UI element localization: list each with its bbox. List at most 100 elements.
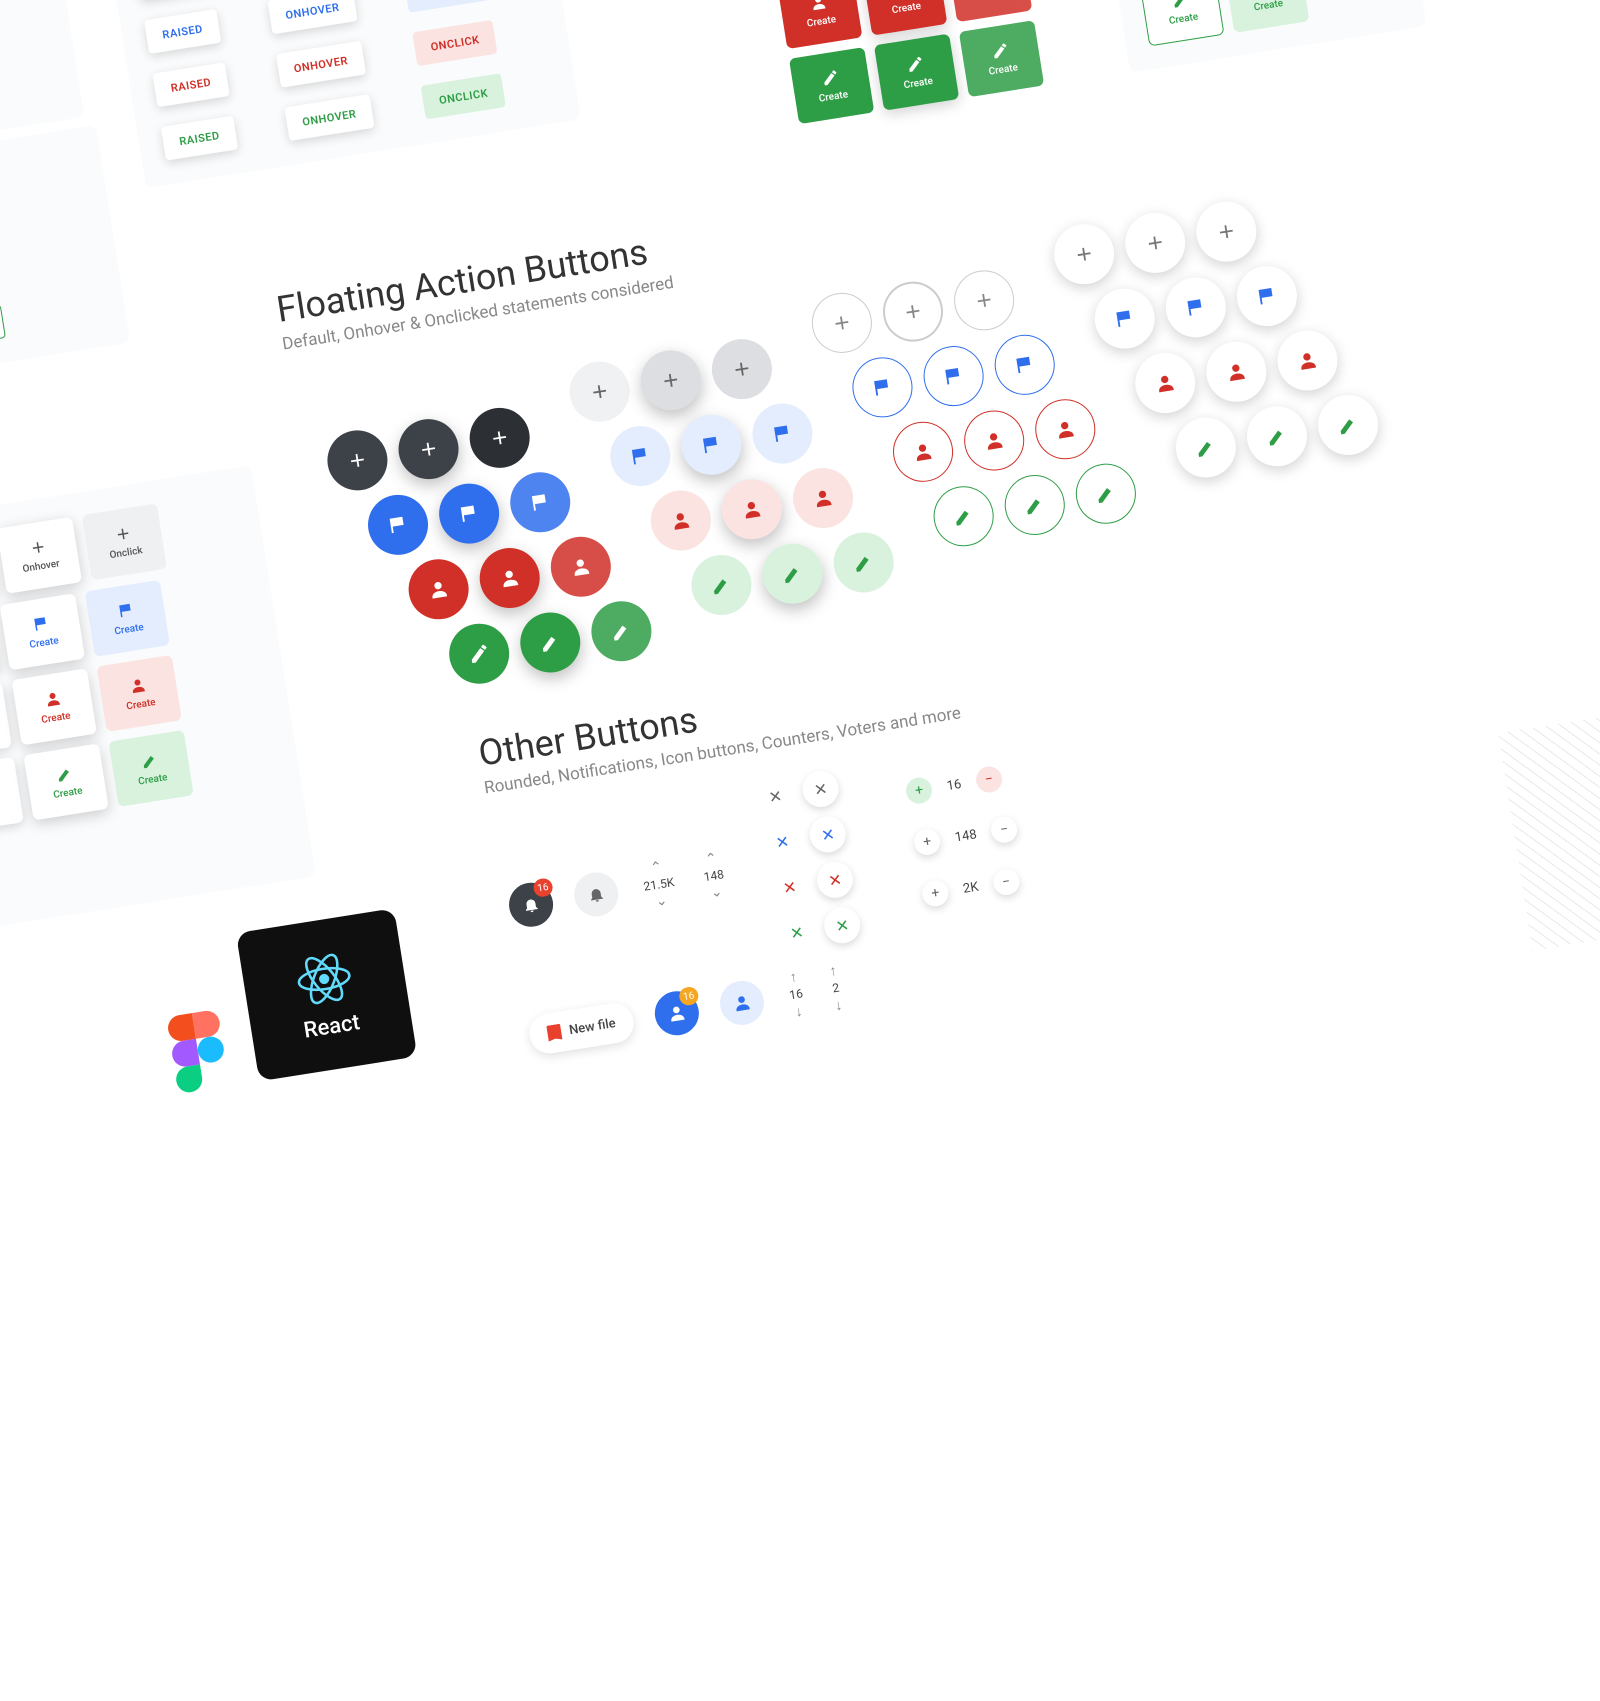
card-btn-create-wg2[interactable]: Create bbox=[23, 743, 108, 820]
fab-person-or1[interactable] bbox=[889, 417, 958, 486]
card-btn-create-og1[interactable]: Create bbox=[1139, 0, 1224, 46]
fab-plus-dark1[interactable] bbox=[323, 426, 392, 495]
fab-person-wr3[interactable] bbox=[1273, 326, 1342, 395]
button-raised-red[interactable]: RAISED bbox=[152, 62, 229, 107]
fab-pencil-og1[interactable] bbox=[929, 482, 998, 551]
card-btn-create-wg3[interactable]: Create bbox=[108, 730, 193, 807]
button-raised-blue[interactable]: RAISED bbox=[144, 9, 221, 54]
plus-icon-btn[interactable]: + bbox=[912, 827, 942, 857]
fab-flag-b1[interactable] bbox=[364, 491, 433, 560]
fab-person-or2[interactable] bbox=[960, 406, 1029, 475]
fab-flag-wb2[interactable] bbox=[1161, 273, 1230, 342]
fab-plus-dark3[interactable] bbox=[465, 404, 534, 473]
arrow-down-icon[interactable]: ↓ bbox=[794, 1003, 804, 1021]
fab-pencil-g3[interactable] bbox=[587, 597, 656, 666]
plus-icon-btn[interactable]: + bbox=[904, 776, 934, 806]
card-btn-create-green1[interactable]: Create bbox=[789, 47, 874, 124]
fab-plus-w2[interactable] bbox=[1121, 209, 1190, 278]
fab-flag-b3[interactable] bbox=[506, 468, 575, 537]
fab-person-or3[interactable] bbox=[1031, 395, 1100, 464]
notification-bell-dark[interactable]: 16 bbox=[506, 880, 556, 930]
button-onclick-green-ol[interactable]: ONCLICK bbox=[0, 304, 6, 351]
fab-pencil-lg2[interactable] bbox=[758, 539, 827, 608]
fab-plus-lg1[interactable] bbox=[565, 357, 634, 426]
fab-person-wr1[interactable] bbox=[1131, 349, 1200, 418]
fab-person-r3[interactable] bbox=[547, 532, 616, 601]
card-btn-create-og2[interactable]: Create bbox=[1224, 0, 1309, 33]
card-btn-create-wg1[interactable]: Create bbox=[0, 757, 24, 834]
fab-pencil-g1[interactable] bbox=[445, 619, 514, 688]
avatar-blue[interactable]: 16 bbox=[652, 988, 702, 1038]
fab-person-wr2[interactable] bbox=[1202, 337, 1271, 406]
plus-icon-btn[interactable]: + bbox=[921, 878, 951, 908]
fab-flag-lb1[interactable] bbox=[606, 422, 675, 491]
fab-plus-lg2[interactable] bbox=[636, 346, 705, 415]
card-btn-create-green3[interactable]: Create bbox=[959, 20, 1044, 97]
fab-person-r2[interactable] bbox=[475, 544, 544, 613]
chevron-up-icon[interactable]: ⌃ bbox=[704, 850, 718, 868]
fab-flag-wb1[interactable] bbox=[1090, 284, 1159, 353]
card-btn-create-red1[interactable]: Create bbox=[777, 0, 862, 49]
chevron-down-icon[interactable]: ⌄ bbox=[655, 892, 669, 910]
fab-flag-lb3[interactable] bbox=[748, 399, 817, 468]
fab-pencil-wg3[interactable] bbox=[1314, 391, 1383, 460]
fab-pencil-wg1[interactable] bbox=[1172, 413, 1241, 482]
card-btn-create-wr1[interactable]: Create bbox=[0, 682, 12, 759]
fab-person-lr1[interactable] bbox=[647, 486, 716, 555]
close-icon-btn-blue[interactable]: ✕ bbox=[762, 821, 803, 862]
close-icon-btn-raised-blue[interactable]: ✕ bbox=[807, 814, 848, 855]
close-icon-btn-red[interactable]: ✕ bbox=[769, 866, 810, 907]
button-onhover-raised-red[interactable]: ONHOVER bbox=[275, 41, 366, 88]
button-raised-green[interactable]: RAISED bbox=[161, 116, 238, 161]
fab-pencil-og3[interactable] bbox=[1072, 459, 1141, 528]
close-icon-btn-raised-red[interactable]: ✕ bbox=[815, 859, 856, 900]
card-btn-create-green2[interactable]: Create bbox=[874, 34, 959, 111]
minus-icon-btn[interactable]: − bbox=[989, 815, 1019, 845]
button-onclick-lt-blue[interactable]: ONCLICK bbox=[404, 0, 490, 13]
button-onclick-lt-green[interactable]: ONCLICK bbox=[421, 73, 507, 119]
fab-plus-o1[interactable] bbox=[808, 289, 877, 358]
fab-person-r1[interactable] bbox=[404, 555, 473, 624]
new-file-button[interactable]: New file bbox=[527, 1000, 637, 1056]
card-btn-onhover-w[interactable]: Onhover bbox=[0, 517, 82, 594]
fab-pencil-og2[interactable] bbox=[1000, 471, 1069, 540]
fab-plus-dark2[interactable] bbox=[394, 415, 463, 484]
arrow-up-icon[interactable]: ↑ bbox=[828, 962, 838, 980]
button-onclick-lt-red[interactable]: ONCLICK bbox=[412, 20, 498, 66]
chevron-down-icon[interactable]: ⌄ bbox=[709, 884, 723, 902]
chevron-up-icon[interactable]: ⌃ bbox=[649, 859, 663, 877]
fab-pencil-lg3[interactable] bbox=[829, 528, 898, 597]
fab-plus-o2[interactable] bbox=[879, 277, 948, 346]
minus-icon-btn[interactable]: − bbox=[991, 867, 1021, 897]
fab-flag-b2[interactable] bbox=[435, 479, 504, 548]
fab-pencil-lg1[interactable] bbox=[687, 551, 756, 620]
fab-pencil-g2[interactable] bbox=[516, 608, 585, 677]
fab-person-lr2[interactable] bbox=[718, 475, 787, 544]
fab-flag-ob3[interactable] bbox=[990, 331, 1059, 400]
card-btn-create-wr3[interactable]: Create bbox=[97, 655, 182, 732]
card-btn-create-wr2[interactable]: Create bbox=[12, 668, 97, 745]
fab-flag-lb2[interactable] bbox=[677, 411, 746, 480]
fab-plus-w3[interactable] bbox=[1192, 197, 1261, 266]
minus-icon-btn[interactable]: − bbox=[974, 765, 1004, 795]
notification-bell-light[interactable] bbox=[571, 869, 621, 919]
card-btn-create-wb2[interactable]: Create bbox=[0, 593, 85, 670]
fab-pencil-wg2[interactable] bbox=[1243, 402, 1312, 471]
fab-flag-ob2[interactable] bbox=[919, 342, 988, 411]
button-onhover-raised-green[interactable]: ONHOVER bbox=[284, 94, 375, 141]
close-icon-btn-green[interactable]: ✕ bbox=[776, 912, 817, 953]
close-icon-btn-raised-green[interactable]: ✕ bbox=[822, 905, 863, 946]
card-btn-create-wb3[interactable]: Create bbox=[85, 580, 170, 657]
avatar-light[interactable] bbox=[717, 978, 767, 1028]
arrow-down-icon[interactable]: ↓ bbox=[834, 996, 844, 1014]
fab-plus-w1[interactable] bbox=[1050, 220, 1119, 289]
close-icon-btn-raised-grey[interactable]: ✕ bbox=[800, 768, 841, 809]
fab-person-lr3[interactable] bbox=[789, 464, 858, 533]
fab-flag-ob1[interactable] bbox=[848, 353, 917, 422]
card-btn-onclick-w[interactable]: Onclick bbox=[82, 503, 167, 580]
arrow-up-icon[interactable]: ↑ bbox=[789, 968, 799, 986]
fab-plus-lg3[interactable] bbox=[708, 335, 777, 404]
fab-plus-o3[interactable] bbox=[950, 266, 1019, 335]
button-raised-grey[interactable]: RAISED bbox=[136, 0, 213, 1]
close-icon-btn-grey[interactable]: ✕ bbox=[755, 776, 796, 817]
